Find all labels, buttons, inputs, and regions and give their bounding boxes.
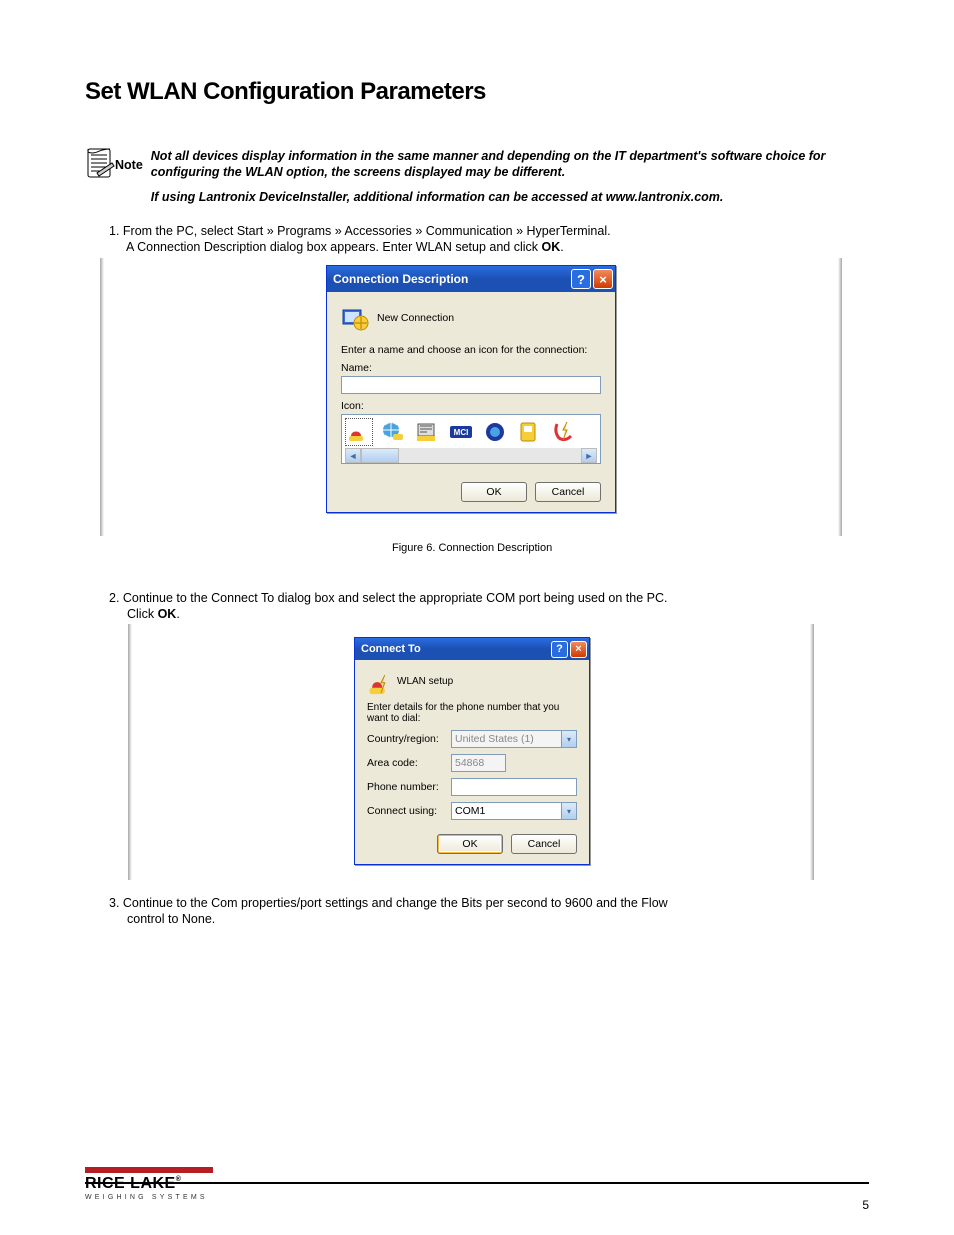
footer-rule bbox=[85, 1182, 869, 1184]
new-connection-icon bbox=[341, 304, 369, 332]
figure6-caption: Figure 6. Connection Description bbox=[392, 542, 552, 554]
step3-line2: control to None. bbox=[127, 912, 215, 926]
globe-phone-icon[interactable] bbox=[379, 418, 407, 446]
step2-line2b: . bbox=[176, 607, 179, 621]
dialog2-title: Connect To bbox=[361, 643, 549, 655]
note-block: Note Not all devices display information… bbox=[85, 148, 874, 205]
area-code-input[interactable] bbox=[451, 754, 506, 772]
dialog1-icon-label: New Connection bbox=[377, 312, 454, 324]
step3-line1: 3. Continue to the Com properties/port s… bbox=[109, 896, 668, 910]
name-input[interactable] bbox=[341, 376, 601, 394]
country-select[interactable] bbox=[451, 730, 577, 748]
area-code-label: Area code: bbox=[367, 757, 445, 769]
page-number: 5 bbox=[862, 1198, 869, 1212]
note-paper-icon bbox=[85, 148, 115, 182]
cancel-button[interactable]: Cancel bbox=[535, 482, 601, 502]
note-text-2: If using Lantronix DeviceInstaller, addi… bbox=[151, 189, 874, 205]
dialog1-title: Connection Description bbox=[333, 272, 569, 286]
scan-edge-right-1 bbox=[838, 258, 842, 536]
step1-line2-text: A Connection Description dialog box appe… bbox=[126, 240, 542, 254]
chevron-down-icon[interactable]: ▾ bbox=[561, 731, 576, 747]
phone-number-label: Phone number: bbox=[367, 781, 445, 793]
help-button[interactable]: ? bbox=[571, 269, 591, 289]
mci-icon[interactable]: MCI bbox=[447, 418, 475, 446]
brand-logo: RICE LAKE® bbox=[85, 1176, 181, 1192]
scan-edge-right-2 bbox=[810, 624, 814, 880]
icon-scrollbar[interactable]: ◄ ► bbox=[345, 448, 597, 463]
ok-button[interactable]: OK bbox=[461, 482, 527, 502]
scan-edge-left-2 bbox=[128, 624, 132, 880]
step1-line2: A Connection Description dialog box appe… bbox=[126, 240, 564, 254]
footer-redbar bbox=[85, 1167, 213, 1173]
scroll-right-button[interactable]: ► bbox=[581, 448, 597, 463]
phone-lightning-icon[interactable] bbox=[549, 418, 577, 446]
brand-subtitle: WEIGHING SYSTEMS bbox=[85, 1194, 208, 1201]
scroll-left-button[interactable]: ◄ bbox=[345, 448, 361, 463]
step1-line2-tail: . bbox=[560, 240, 563, 254]
modem-icon[interactable] bbox=[413, 418, 441, 446]
icon-picker[interactable]: MCI ◄ ► bbox=[341, 414, 601, 464]
step1-ok-bold: OK bbox=[542, 240, 561, 254]
satellite-icon[interactable] bbox=[515, 418, 543, 446]
dialog1-hint: Enter a name and choose an icon for the … bbox=[341, 344, 601, 356]
dialog2-icon-label: WLAN setup bbox=[397, 676, 453, 687]
scroll-thumb[interactable] bbox=[361, 448, 399, 463]
phone-number-input[interactable] bbox=[451, 778, 577, 796]
connect-to-dialog: Connect To ? × WLAN setup Enter details … bbox=[354, 637, 590, 865]
note-text-1: Not all devices display information in t… bbox=[151, 148, 874, 181]
scan-edge-left-1 bbox=[100, 258, 104, 536]
icon-label: Icon: bbox=[341, 400, 601, 412]
cancel-button[interactable]: Cancel bbox=[511, 834, 577, 854]
step2-line2: Click OK. bbox=[127, 607, 180, 621]
ok-button[interactable]: OK bbox=[437, 834, 503, 854]
step2-ok-bold: OK bbox=[158, 607, 177, 621]
svg-text:MCI: MCI bbox=[454, 428, 469, 437]
phone-modem-icon[interactable] bbox=[345, 418, 373, 446]
dialog2-titlebar: Connect To ? × bbox=[355, 638, 589, 660]
close-button[interactable]: × bbox=[593, 269, 613, 289]
chevron-down-icon[interactable]: ▾ bbox=[561, 803, 576, 819]
name-label: Name: bbox=[341, 362, 601, 374]
connect-using-select[interactable] bbox=[451, 802, 577, 820]
scroll-track[interactable] bbox=[399, 448, 581, 463]
help-button[interactable]: ? bbox=[551, 641, 568, 658]
page-title: Set WLAN Configuration Parameters bbox=[85, 78, 486, 106]
dialog2-hint: Enter details for the phone number that … bbox=[367, 702, 577, 724]
step2-line1: 2. Continue to the Connect To dialog box… bbox=[109, 591, 667, 605]
dialog1-titlebar: Connection Description ? × bbox=[327, 266, 615, 292]
step2-line2a: Click bbox=[127, 607, 158, 621]
wlan-setup-icon bbox=[367, 670, 389, 692]
connect-using-label: Connect using: bbox=[367, 805, 445, 817]
connection-description-dialog: Connection Description ? × New Connectio… bbox=[326, 265, 616, 513]
close-button[interactable]: × bbox=[570, 641, 587, 658]
globe-dark-icon[interactable] bbox=[481, 418, 509, 446]
step1-line1: 1. From the PC, select Start » Programs … bbox=[109, 224, 611, 238]
note-label: Note bbox=[115, 158, 143, 172]
country-label: Country/region: bbox=[367, 733, 445, 745]
